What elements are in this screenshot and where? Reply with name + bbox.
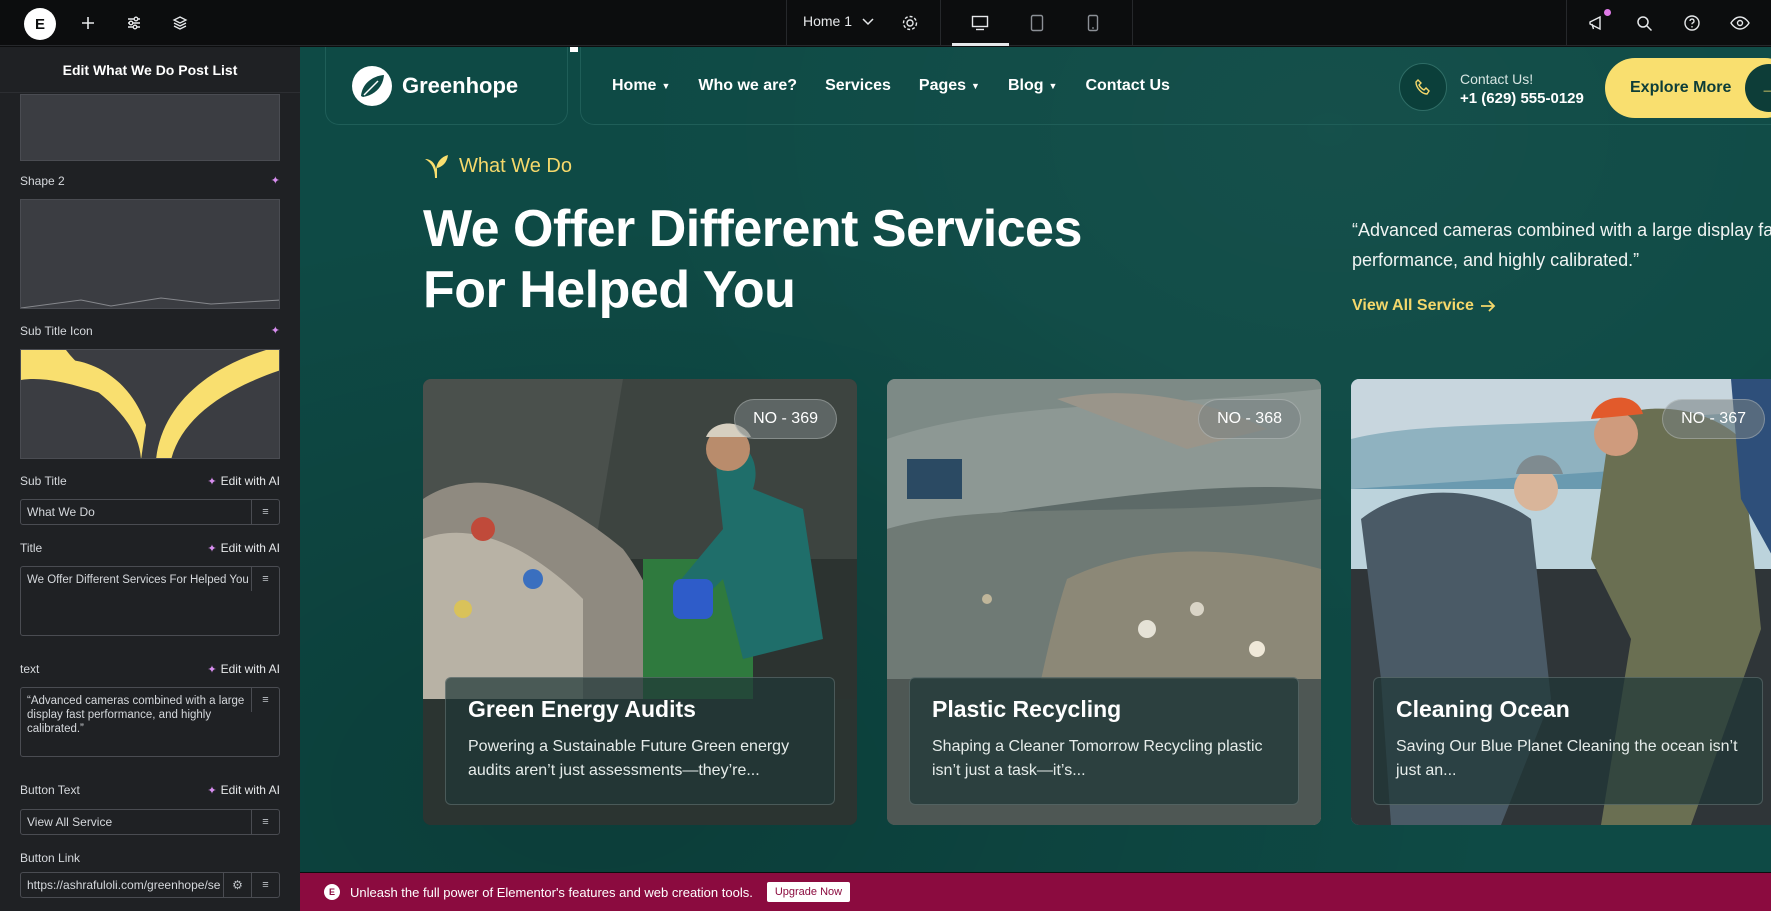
button-text-label: Button Text [20,783,80,797]
editor-panel: Edit What We Do Post List Shape 2 ✦ Sub … [0,47,300,911]
preview-canvas: Greenhope Home ▼ Who we are? Services Pages ▼… [300,47,1771,872]
link-settings-gear-icon[interactable]: ⚙ [223,873,251,897]
editor-topbar: E Home 1 [0,0,1771,46]
service-card[interactable]: NO - 369 Green Energy Audits Powering a … [423,379,857,825]
service-card[interactable]: NO - 368 Plastic Recycling Shaping a Cle… [887,379,1321,825]
help-icon[interactable] [1680,11,1704,35]
text-textarea[interactable]: “Advanced cameras combined with a large … [20,687,280,757]
eye-icon[interactable] [1728,11,1752,35]
subtitle-icon-label: Sub Title Icon [20,324,93,338]
view-all-service-link[interactable]: View All Service [1352,297,1496,315]
elementor-e-icon: E [324,884,340,900]
page-name: Home 1 [803,13,853,29]
nav-item-who-we-are[interactable]: Who we are? [698,77,797,95]
site-logo[interactable]: Greenhope [352,66,518,106]
settings-sliders-icon[interactable] [122,11,146,35]
nav-item-contact-us[interactable]: Contact Us [1085,77,1169,95]
edit-with-ai-link[interactable]: ✦ Edit with AI [207,783,280,797]
search-icon[interactable] [1632,11,1656,35]
chevron-down-icon [862,13,874,29]
nav-item-services[interactable]: Services [825,77,891,95]
edit-with-ai-link[interactable]: ✦ Edit with AI [207,662,280,676]
upgrade-promo-bar: E Unleash the full power of Elementor's … [300,873,1771,911]
caret-down-icon: ▼ [971,81,980,91]
button-text-input[interactable]: View All Service ≡ [20,809,280,835]
card-content: Cleaning Ocean Saving Our Blue Planet Cl… [1373,677,1763,805]
active-device-indicator [952,43,1009,46]
nav-item-blog[interactable]: Blog ▼ [1008,77,1057,95]
layers-icon[interactable] [168,11,192,35]
caret-down-icon: ▼ [1048,81,1058,91]
notification-dot [1604,9,1611,16]
promo-text: Unleash the full power of Elementor's fe… [350,884,753,900]
leaf-icon [21,350,279,458]
card-number-badge: NO - 369 [734,399,837,439]
title-field-label: Title [20,541,43,555]
contact-phone[interactable]: +1 (629) 555-0129 [1460,90,1584,107]
section-subtitle: What We Do [423,153,572,179]
leaf-logo-icon [352,66,392,106]
card-title[interactable]: Cleaning Ocean [1396,696,1740,723]
topbar-divider [1132,0,1133,46]
card-content: Green Energy Audits Powering a Sustainab… [445,677,835,805]
database-icon[interactable]: ≡ [251,688,279,712]
shape2-label: Shape 2 [20,174,65,188]
shape2-preview[interactable] [20,199,280,309]
edit-with-ai-link[interactable]: ✦ Edit with AI [207,474,280,488]
database-icon[interactable]: ≡ [251,810,279,834]
database-icon[interactable]: ≡ [251,567,279,591]
topbar-divider [1566,0,1567,46]
card-excerpt: Powering a Sustainable Future Green ener… [468,738,790,779]
card-title[interactable]: Green Energy Audits [468,696,812,723]
card-content: Plastic Recycling Shaping a Cleaner Tomo… [909,677,1299,805]
sprout-icon [425,155,448,178]
button-link-label: Button Link [20,851,81,865]
arrow-right-icon [1480,300,1496,312]
ai-sparkle-icon[interactable]: ✦ [271,324,280,337]
text-field-label: text [20,662,40,676]
phone-icon[interactable] [1399,63,1447,111]
header-notch [570,47,578,52]
nav-item-pages[interactable]: Pages ▼ [919,77,980,95]
topbar-divider [940,0,941,46]
database-icon[interactable]: ≡ [251,500,279,524]
card-number-badge: NO - 368 [1198,399,1301,439]
upgrade-now-button[interactable]: Upgrade Now [766,882,851,902]
section-quote: “Advanced cameras combined with a large … [1352,220,1771,270]
title-textarea[interactable]: We Offer Different Services For Helped Y… [20,566,280,636]
topbar-divider [786,0,787,46]
desktop-icon[interactable] [968,11,992,35]
panel-title: Edit What We Do Post List [0,47,300,93]
ai-sparkle-icon[interactable]: ✦ [271,174,280,187]
subtitle-input[interactable]: What We Do ≡ [20,499,280,525]
nav-item-home[interactable]: Home ▼ [612,77,670,95]
subtitle-field-label: Sub Title [20,474,67,488]
card-excerpt: Shaping a Cleaner Tomorrow Recycling pla… [932,738,1263,779]
card-number-badge: NO - 367 [1662,399,1765,439]
edit-with-ai-link[interactable]: ✦ Edit with AI [207,541,280,555]
service-card[interactable]: NO - 367 Cleaning Ocean Saving Our Blue … [1351,379,1771,825]
mobile-icon[interactable] [1081,11,1105,35]
site-name: Greenhope [402,73,519,98]
tablet-icon[interactable] [1025,11,1049,35]
button-link-input[interactable]: https://ashrafuloli.com/greenhope/se ⚙ ≡ [20,872,280,898]
shape1-preview[interactable] [20,94,280,161]
section-title: We Offer Different Services For Helped Y… [423,200,1082,319]
database-icon[interactable]: ≡ [251,873,279,897]
elementor-logo[interactable]: E [24,8,56,40]
main-nav: Home ▼ Who we are? Services Pages ▼ Blog ▼ Conta… [612,77,1170,95]
add-icon[interactable] [76,11,100,35]
caret-down-icon: ▼ [661,81,671,91]
gear-icon[interactable] [898,11,922,35]
contact-label: Contact Us! [1460,71,1534,87]
card-excerpt: Saving Our Blue Planet Cleaning the ocea… [1396,738,1738,779]
page-selector[interactable]: Home 1 [803,13,874,29]
subtitle-icon-preview[interactable] [20,349,280,459]
card-title[interactable]: Plastic Recycling [932,696,1276,723]
